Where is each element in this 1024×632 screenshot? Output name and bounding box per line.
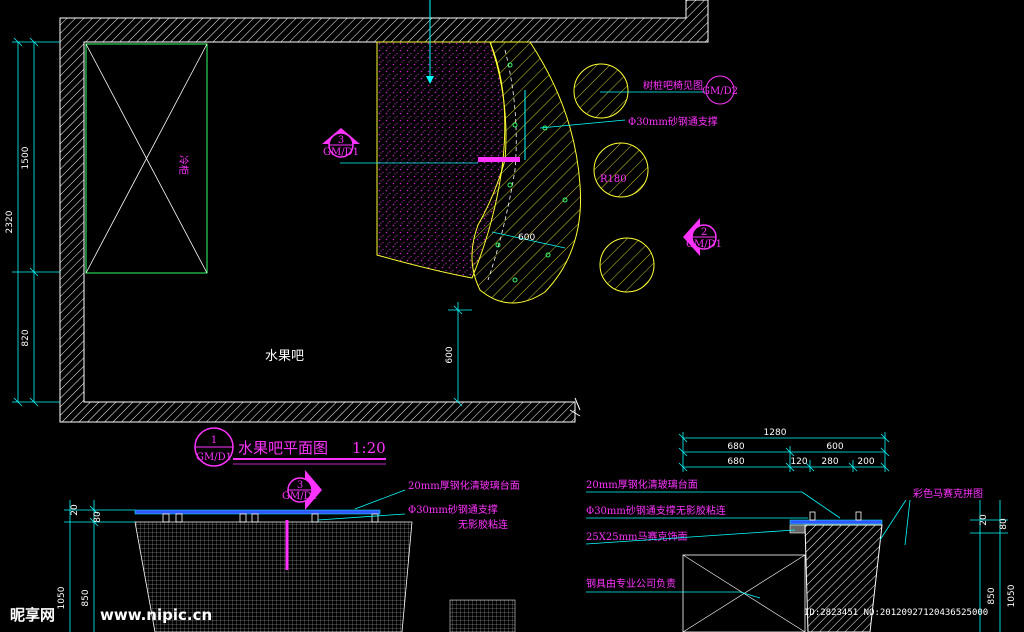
left-marker-number: 3 <box>297 480 303 491</box>
right-note-mosaic: 25X25mm马赛克饰面 <box>586 530 688 543</box>
watermark-site: www.nipic.cn <box>100 606 212 624</box>
left-marker-ref: GM/D1 <box>282 491 318 502</box>
marker-2-number: 2 <box>701 227 707 238</box>
fridge: 冷柜 <box>85 43 208 274</box>
right-dim-600: 600 <box>826 442 843 452</box>
left-dim-20: 20 <box>70 504 80 516</box>
plan-title-text: 水果吧平面图 <box>238 439 328 457</box>
plan-title: 1 GM/D1 水果吧平面图 1:20 <box>194 427 386 467</box>
section-right: 1280 680 600 680 120 280 200 20mm厚钢化清玻璃台… <box>585 428 1017 632</box>
marker-3-ref: GM/D1 <box>323 147 359 158</box>
right-dim-1050: 1050 <box>1007 584 1017 607</box>
section-marker-2: 2 GM/D1 <box>683 218 722 256</box>
marker-3-number: 3 <box>338 135 344 146</box>
dim-600-vertical: 600 <box>445 346 455 363</box>
left-dim-80: 80 <box>93 511 103 523</box>
section-left-marker-3: 3 GM/D1 <box>282 470 322 510</box>
fridge-label: 冷柜 <box>177 155 190 175</box>
watermark-brand: 昵享网 <box>10 606 55 624</box>
left-dim-1050: 1050 <box>57 586 67 609</box>
right-dim-680a: 680 <box>727 442 744 452</box>
right-note-glass: 20mm厚钢化清玻璃台面 <box>586 478 698 491</box>
right-dim-120: 120 <box>790 457 807 467</box>
right-dim-280: 280 <box>821 457 838 467</box>
dim-2320: 2320 <box>5 210 15 233</box>
left-note-glass: 20mm厚钢化清玻璃台面 <box>408 479 520 492</box>
section-marker-3: 3 GM/D1 <box>322 128 360 158</box>
width-label: 600 <box>518 233 535 243</box>
right-dim-80: 80 <box>999 518 1009 530</box>
right-dim-200: 200 <box>857 457 874 467</box>
left-note-pipe-1: Φ30mm砂钢通支撑 <box>408 503 498 516</box>
plan-dims-left <box>12 37 60 407</box>
right-dim-850: 850 <box>987 587 997 604</box>
dim-1500: 1500 <box>21 146 31 169</box>
room-label: 水果吧 <box>265 349 304 364</box>
right-note-vendor: 钢具由专业公司负责 <box>586 577 676 590</box>
dim-820: 820 <box>21 329 31 346</box>
left-dim-850: 850 <box>81 589 91 606</box>
title-tag-number: 1 <box>211 435 217 446</box>
watermark-id: ID:2823451 NO:20120927120436525000 <box>804 608 988 618</box>
callout-stool-ref: GM/D2 <box>702 86 738 97</box>
left-note-pipe-2: 无影胶粘连 <box>458 518 508 531</box>
right-dim-680b: 680 <box>727 457 744 467</box>
title-tag-ref: GM/D1 <box>196 452 232 463</box>
radius-label: R180 <box>600 174 627 185</box>
cad-drawing: 冷柜 树桩吧椅见图 GM/D2 Φ30mm砂钢通支撑 R180 600 3 GM… <box>5 0 1017 632</box>
right-note-pipe: Φ30mm砂钢通支撑无影胶粘连 <box>586 504 726 517</box>
plan-title-scale: 1:20 <box>352 439 386 457</box>
callout-pipe: Φ30mm砂钢通支撑 <box>628 115 718 128</box>
right-note-color-mosaic: 彩色马赛克拼图 <box>913 487 983 500</box>
right-dim-20: 20 <box>979 514 989 526</box>
marker-2-ref: GM/D1 <box>686 239 722 250</box>
right-dim-1280: 1280 <box>764 428 787 438</box>
callout-stool: 树桩吧椅见图 <box>643 79 703 92</box>
